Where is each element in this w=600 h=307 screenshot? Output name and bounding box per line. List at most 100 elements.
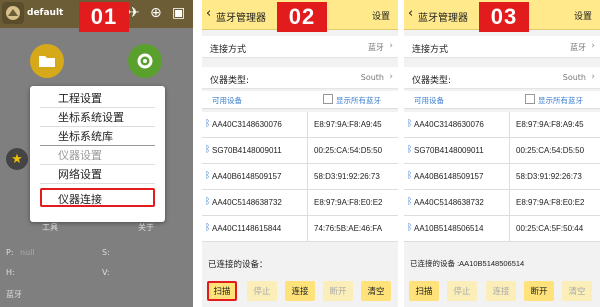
device-name: AA40C5148638732 [414, 198, 484, 207]
device-row[interactable]: ᛒ SG70B4148009011 00:25:CA:54:D5:50 [202, 138, 398, 164]
device-mac: E8:97:9A:F8:E0:E2 [314, 198, 383, 207]
gear-icon[interactable] [128, 44, 162, 78]
panel-bluetooth-manager-connected: ‹ 蓝牙管理器 设置 连接方式 蓝牙 › 仪器类型: South › 可用设备 … [404, 0, 600, 307]
instrument-value: South [562, 73, 586, 82]
divider [307, 164, 308, 189]
device-mac: 00:25:CA:5F:50:44 [516, 224, 584, 233]
instrument-type-row[interactable]: 仪器类型: South › [404, 67, 600, 89]
bluetooth-icon: ᛒ [407, 145, 413, 155]
menu-item-coordinate-library[interactable]: 坐标系统库 [40, 127, 155, 146]
divider [509, 216, 510, 241]
connected-device-label: 已连接的设备： [208, 260, 268, 270]
menu-item-instrument-settings[interactable]: 仪器设置 [40, 146, 155, 165]
device-mac: E8:97:9A:F8:A9:45 [516, 120, 584, 129]
tool-label: 工具 [42, 223, 58, 232]
bluetooth-icon: ᛒ [407, 197, 413, 207]
stop-button[interactable]: 停止 [447, 281, 477, 301]
device-row[interactable]: ᛒ AA40C3148630076 E8:97:9A:F8:A9:45 [202, 112, 398, 138]
device-name: AA40C5148638732 [212, 198, 282, 207]
device-mac: 58:D3:91:92:26:73 [314, 172, 380, 181]
device-name: SG70B4148009011 [414, 146, 484, 155]
window-icon[interactable]: ▣ [172, 6, 185, 20]
page-title: 蓝牙管理器 [418, 13, 468, 24]
show-all-label: 显示所有蓝牙 [538, 96, 583, 105]
menu-item-coordinate-settings[interactable]: 坐标系统设置 [40, 108, 155, 127]
available-label: 可用设备 [414, 96, 444, 105]
star-icon[interactable]: ★ [6, 148, 28, 170]
device-name: AA40B6148509157 [414, 172, 484, 181]
device-mac: 00:25:CA:54:D5:50 [516, 146, 585, 155]
disconnect-button[interactable]: 断开 [524, 281, 554, 301]
chevron-right-icon: › [389, 72, 393, 82]
connection-method-row[interactable]: 连接方式 蓝牙 › [404, 36, 600, 58]
bluetooth-icon: ᛒ [205, 119, 211, 129]
device-mac: 00:25:CA:54:D5:50 [314, 146, 383, 155]
menu-item-instrument-connect[interactable]: 仪器连接 [40, 188, 155, 207]
p-value: null [20, 248, 35, 257]
device-row[interactable]: ᛒ AA40C5148638732 E8:97:9A:F8:E0:E2 [202, 190, 398, 216]
step-badge-1: 01 [79, 2, 129, 32]
disconnect-button[interactable]: 断开 [323, 281, 353, 301]
divider [307, 138, 308, 163]
available-devices-header: 可用设备 显示所有蓝牙 [404, 91, 600, 109]
menu-item-network-settings[interactable]: 网络设置 [40, 165, 155, 184]
folder-icon[interactable] [30, 44, 64, 78]
chevron-right-icon: › [591, 41, 595, 51]
divider [307, 112, 308, 137]
settings-button[interactable]: 设置 [574, 9, 592, 22]
settings-button[interactable]: 设置 [372, 9, 390, 22]
device-name: AA40C3148630076 [212, 120, 282, 129]
device-row[interactable]: ᛒ SG70B4148009011 00:25:CA:54:D5:50 [404, 138, 600, 164]
device-name: AA40C3148630076 [414, 120, 484, 129]
device-row[interactable]: ᛒ AA40C3148630076 E8:97:9A:F8:A9:45 [404, 112, 600, 138]
clear-button[interactable]: 清空 [361, 281, 391, 301]
back-icon[interactable]: ‹ [408, 7, 413, 21]
instrument-value: South [360, 73, 384, 82]
settings-menu: 工程设置 坐标系统设置 坐标系统库 仪器设置 网络设置 仪器连接 [30, 86, 165, 222]
chevron-right-icon: › [389, 41, 393, 51]
instrument-label: 仪器类型: [412, 76, 452, 86]
device-row[interactable]: ᛒ AA40C5148638732 E8:97:9A:F8:E0:E2 [404, 190, 600, 216]
connection-method-row[interactable]: 连接方式 蓝牙 › [202, 36, 398, 58]
show-all-checkbox[interactable] [323, 94, 333, 104]
instrument-type-row[interactable]: 仪器类型: South › [202, 67, 398, 89]
panel-main-menu: default ✈ ⊕ ▣ ★ 工程设置 坐标系统设置 坐标系统库 仪器设置 网… [0, 0, 193, 307]
scan-button[interactable]: 扫描 [409, 281, 439, 301]
stop-button[interactable]: 停止 [247, 281, 277, 301]
divider [509, 164, 510, 189]
satellite-icon[interactable]: ✈ [128, 6, 140, 20]
app-logo-icon [2, 2, 24, 24]
s-label: S: [102, 248, 110, 257]
show-all-checkbox[interactable] [525, 94, 535, 104]
device-row[interactable]: ᛒ AA40B6148509157 58:D3:91:92:26:73 [404, 164, 600, 190]
bluetooth-label: 蓝牙 [6, 290, 22, 299]
p-label: P: [6, 248, 14, 257]
available-devices-header: 可用设备 显示所有蓝牙 [202, 91, 398, 109]
connection-label: 连接方式 [412, 45, 449, 55]
menu-item-project-settings[interactable]: 工程设置 [40, 89, 155, 108]
about-label: 关于 [138, 223, 154, 232]
device-row[interactable]: ᛒ AA10B5148506514 00:25:CA:5F:50:44 [404, 216, 600, 242]
bluetooth-icon: ᛒ [205, 145, 211, 155]
show-all-label: 显示所有蓝牙 [336, 96, 381, 105]
bluetooth-icon: ᛒ [205, 197, 211, 207]
connect-button[interactable]: 连接 [486, 281, 516, 301]
divider [509, 138, 510, 163]
device-mac: 58:D3:91:92:26:73 [516, 172, 582, 181]
device-row[interactable]: ᛒ AA40C1148615844 74:76:5B:AE:46:FA [202, 216, 398, 242]
bluetooth-icon: ᛒ [407, 119, 413, 129]
back-icon[interactable]: ‹ [206, 7, 211, 21]
crosshair-icon[interactable]: ⊕ [150, 6, 162, 20]
connect-button[interactable]: 连接 [285, 281, 315, 301]
divider [509, 112, 510, 137]
scan-button[interactable]: 扫描 [207, 281, 237, 301]
divider [509, 190, 510, 215]
connection-value: 蓝牙 [368, 43, 384, 52]
chevron-right-icon: › [591, 72, 595, 82]
device-name: AA10B5148506514 [414, 224, 484, 233]
device-row[interactable]: ᛒ AA40B6148509157 58:D3:91:92:26:73 [202, 164, 398, 190]
divider [307, 190, 308, 215]
divider [307, 216, 308, 241]
connection-label: 连接方式 [210, 45, 247, 55]
clear-button[interactable]: 清空 [562, 281, 592, 301]
